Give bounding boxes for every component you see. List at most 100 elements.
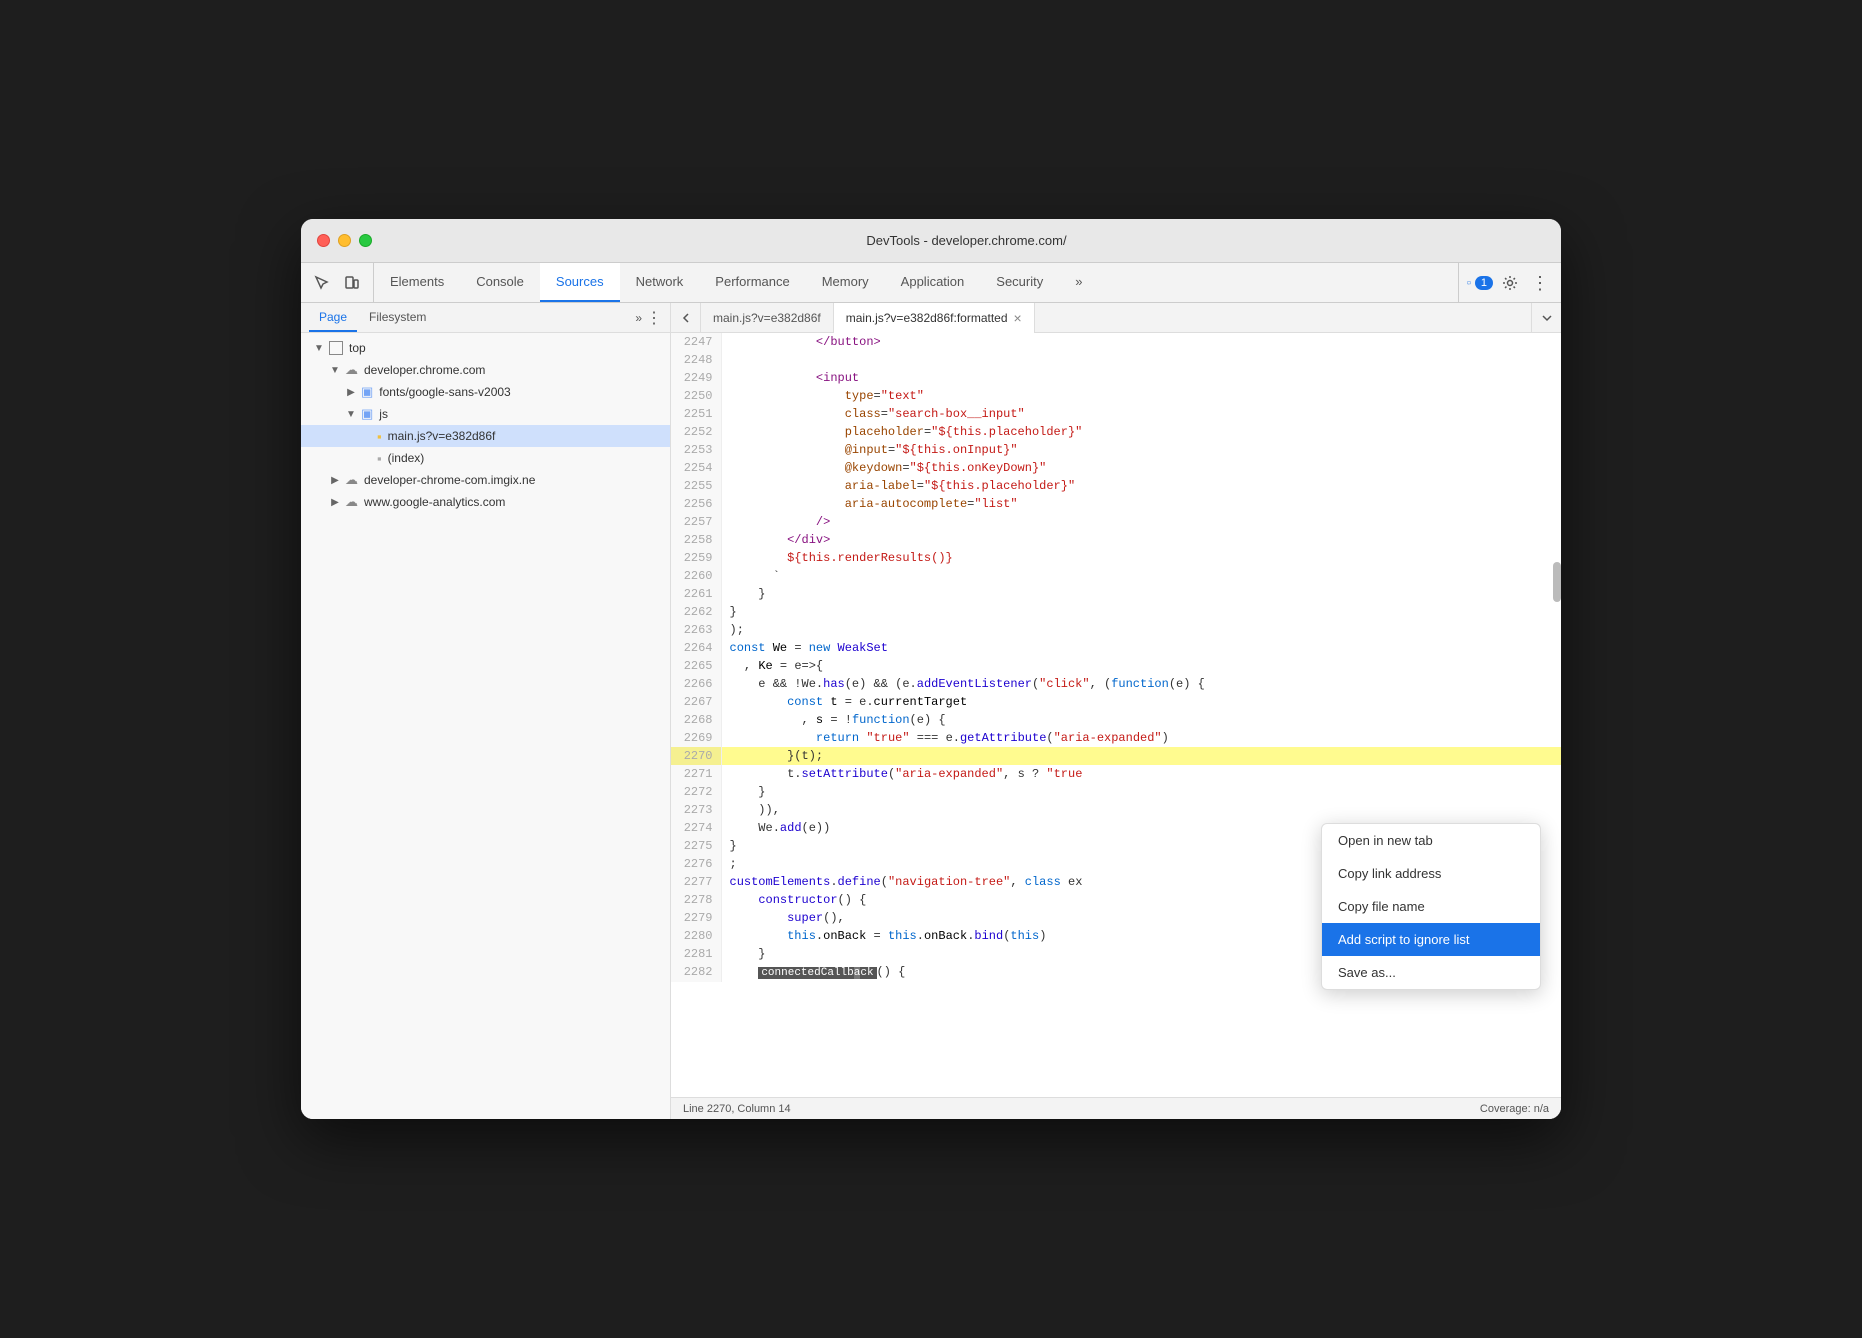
file-icon-index: ▪ (377, 451, 382, 466)
tree-item-js-folder[interactable]: ▼ ▣ js (301, 403, 670, 425)
code-line-2262: 2262 } (671, 603, 1561, 621)
tab-close-icon[interactable]: × (1014, 311, 1022, 325)
tab-performance[interactable]: Performance (699, 263, 805, 302)
tab-sources[interactable]: Sources (540, 263, 620, 302)
context-menu-copy-link[interactable]: Copy link address (1322, 857, 1540, 890)
cloud-icon-imgix: ☁ (345, 472, 358, 488)
context-menu-open-new-tab[interactable]: Open in new tab (1322, 824, 1540, 857)
device-icon[interactable] (339, 270, 365, 296)
code-line-2248: 2248 (671, 351, 1561, 369)
file-icon-mainjs: ▪ (377, 429, 382, 444)
code-line-2258: 2258 </div> (671, 531, 1561, 549)
tree-item-top[interactable]: ▼ top (301, 337, 670, 359)
code-line-2249: 2249 <input (671, 369, 1561, 387)
tree-arrow-top: ▼ (313, 343, 325, 354)
sidebar-tabs: Page Filesystem » ⋮ (301, 303, 670, 333)
tab-memory[interactable]: Memory (806, 263, 885, 302)
tab-network[interactable]: Network (620, 263, 700, 302)
scrollbar-indicator[interactable] (1553, 562, 1561, 602)
devtools-body: Page Filesystem » ⋮ ▼ (301, 303, 1561, 1119)
sidebar-menu-icon[interactable]: ⋮ (646, 308, 662, 328)
tree-arrow-fonts: ▶ (345, 387, 357, 398)
sidebar: Page Filesystem » ⋮ ▼ (301, 303, 671, 1119)
status-bar: Line 2270, Column 14 Coverage: n/a (671, 1097, 1561, 1119)
toolbar-right: 1 ⋮ (1458, 263, 1561, 302)
tab-application[interactable]: Application (885, 263, 981, 302)
tree-item-index[interactable]: ▪ (index) (301, 447, 670, 469)
editor-tab-mainjs[interactable]: main.js?v=e382d86f (701, 303, 834, 333)
tab-more[interactable]: » (1059, 263, 1098, 302)
tab-security[interactable]: Security (980, 263, 1059, 302)
devtools-container: Elements Console Sources Network Perform… (301, 263, 1561, 1119)
file-tree: ▼ top ▼ ☁ developer.chrome.com ▶ (301, 333, 670, 1119)
tab-list: Elements Console Sources Network Perform… (374, 263, 1458, 302)
code-line-2269: 2269 return "true" === e.getAttribute("a… (671, 729, 1561, 747)
cloud-icon-chrome: ☁ (345, 362, 358, 378)
editor-tabs: main.js?v=e382d86f main.js?v=e382d86f:fo… (671, 303, 1561, 333)
code-line-2255: 2255 aria-label="${this.placeholder}" (671, 477, 1561, 495)
folder-outline-icon (329, 341, 343, 355)
maximize-button[interactable] (359, 234, 372, 247)
code-line-2261: 2261 } (671, 585, 1561, 603)
editor-tab-back-btn[interactable] (671, 303, 701, 333)
inspect-icon[interactable] (309, 270, 335, 296)
tree-item-mainjs[interactable]: ▪ main.js?v=e382d86f (301, 425, 670, 447)
code-line-2253: 2253 @input="${this.onInput}" (671, 441, 1561, 459)
tree-item-analytics[interactable]: ▶ ☁ www.google-analytics.com (301, 491, 670, 513)
code-line-2251: 2251 class="search-box__input" (671, 405, 1561, 423)
editor-tab-mainjs-formatted[interactable]: main.js?v=e382d86f:formatted × (834, 303, 1035, 333)
code-line-2273: 2273 )), (671, 801, 1561, 819)
titlebar: DevTools - developer.chrome.com/ (301, 219, 1561, 263)
tree-arrow-analytics: ▶ (329, 497, 341, 508)
chat-badge: 1 (1475, 276, 1493, 290)
traffic-lights (317, 234, 372, 247)
context-menu: Open in new tab Copy link address Copy f… (1321, 823, 1541, 990)
window-title: DevTools - developer.chrome.com/ (388, 233, 1545, 248)
code-line-2260: 2260 ` (671, 567, 1561, 585)
code-line-2270: 2270 }(t); (671, 747, 1561, 765)
sidebar-tab-more[interactable]: » (635, 311, 642, 325)
tree-item-fonts[interactable]: ▶ ▣ fonts/google-sans-v2003 (301, 381, 670, 403)
settings-icon[interactable] (1497, 270, 1523, 296)
code-line-2264: 2264 const We = new WeakSet (671, 639, 1561, 657)
code-line-2271: 2271 t.setAttribute("aria-expanded", s ?… (671, 765, 1561, 783)
code-line-2259: 2259 ${this.renderResults()} (671, 549, 1561, 567)
minimize-button[interactable] (338, 234, 351, 247)
devtools-toolbar: Elements Console Sources Network Perform… (301, 263, 1561, 303)
chat-icon[interactable]: 1 (1467, 270, 1493, 296)
code-line-2250: 2250 type="text" (671, 387, 1561, 405)
main-panel: main.js?v=e382d86f main.js?v=e382d86f:fo… (671, 303, 1561, 1119)
code-line-2266: 2266 e && !We.has(e) && (e.addEventListe… (671, 675, 1561, 693)
code-line-2256: 2256 aria-autocomplete="list" (671, 495, 1561, 513)
code-line-2267: 2267 const t = e.currentTarget (671, 693, 1561, 711)
folder-icon-fonts: ▣ (361, 384, 373, 400)
sidebar-tab-page[interactable]: Page (309, 303, 357, 332)
folder-icon-js: ▣ (361, 406, 373, 422)
toolbar-icons (301, 263, 374, 302)
code-line-2247: 2247 </button> (671, 333, 1561, 351)
tree-arrow-imgix: ▶ (329, 475, 341, 486)
context-menu-save-as[interactable]: Save as... (1322, 956, 1540, 989)
editor-tab-right-btn[interactable] (1531, 303, 1561, 333)
close-button[interactable] (317, 234, 330, 247)
tab-console[interactable]: Console (460, 263, 540, 302)
code-line-2268: 2268 , s = !function(e) { (671, 711, 1561, 729)
context-menu-copy-file-name[interactable]: Copy file name (1322, 890, 1540, 923)
context-menu-add-to-ignore[interactable]: Add script to ignore list (1322, 923, 1540, 956)
code-line-2254: 2254 @keydown="${this.onKeyDown}" (671, 459, 1561, 477)
code-line-2272: 2272 } (671, 783, 1561, 801)
devtools-window: DevTools - developer.chrome.com/ (301, 219, 1561, 1119)
cursor-position: Line 2270, Column 14 (683, 1103, 791, 1115)
cloud-icon-analytics: ☁ (345, 494, 358, 510)
code-line-2263: 2263 ); (671, 621, 1561, 639)
tree-item-chrome-com[interactable]: ▼ ☁ developer.chrome.com (301, 359, 670, 381)
code-area[interactable]: 2247 </button> 2248 2249 <input (671, 333, 1561, 1097)
tab-elements[interactable]: Elements (374, 263, 460, 302)
sidebar-tab-filesystem[interactable]: Filesystem (359, 303, 436, 332)
coverage-status: Coverage: n/a (1480, 1103, 1549, 1115)
tree-item-imgix[interactable]: ▶ ☁ developer-chrome-com.imgix.ne (301, 469, 670, 491)
tree-arrow-chrome: ▼ (329, 365, 341, 376)
more-options-icon[interactable]: ⋮ (1527, 270, 1553, 296)
code-line-2265: 2265 , Ke = e=>{ (671, 657, 1561, 675)
code-line-2257: 2257 /> (671, 513, 1561, 531)
